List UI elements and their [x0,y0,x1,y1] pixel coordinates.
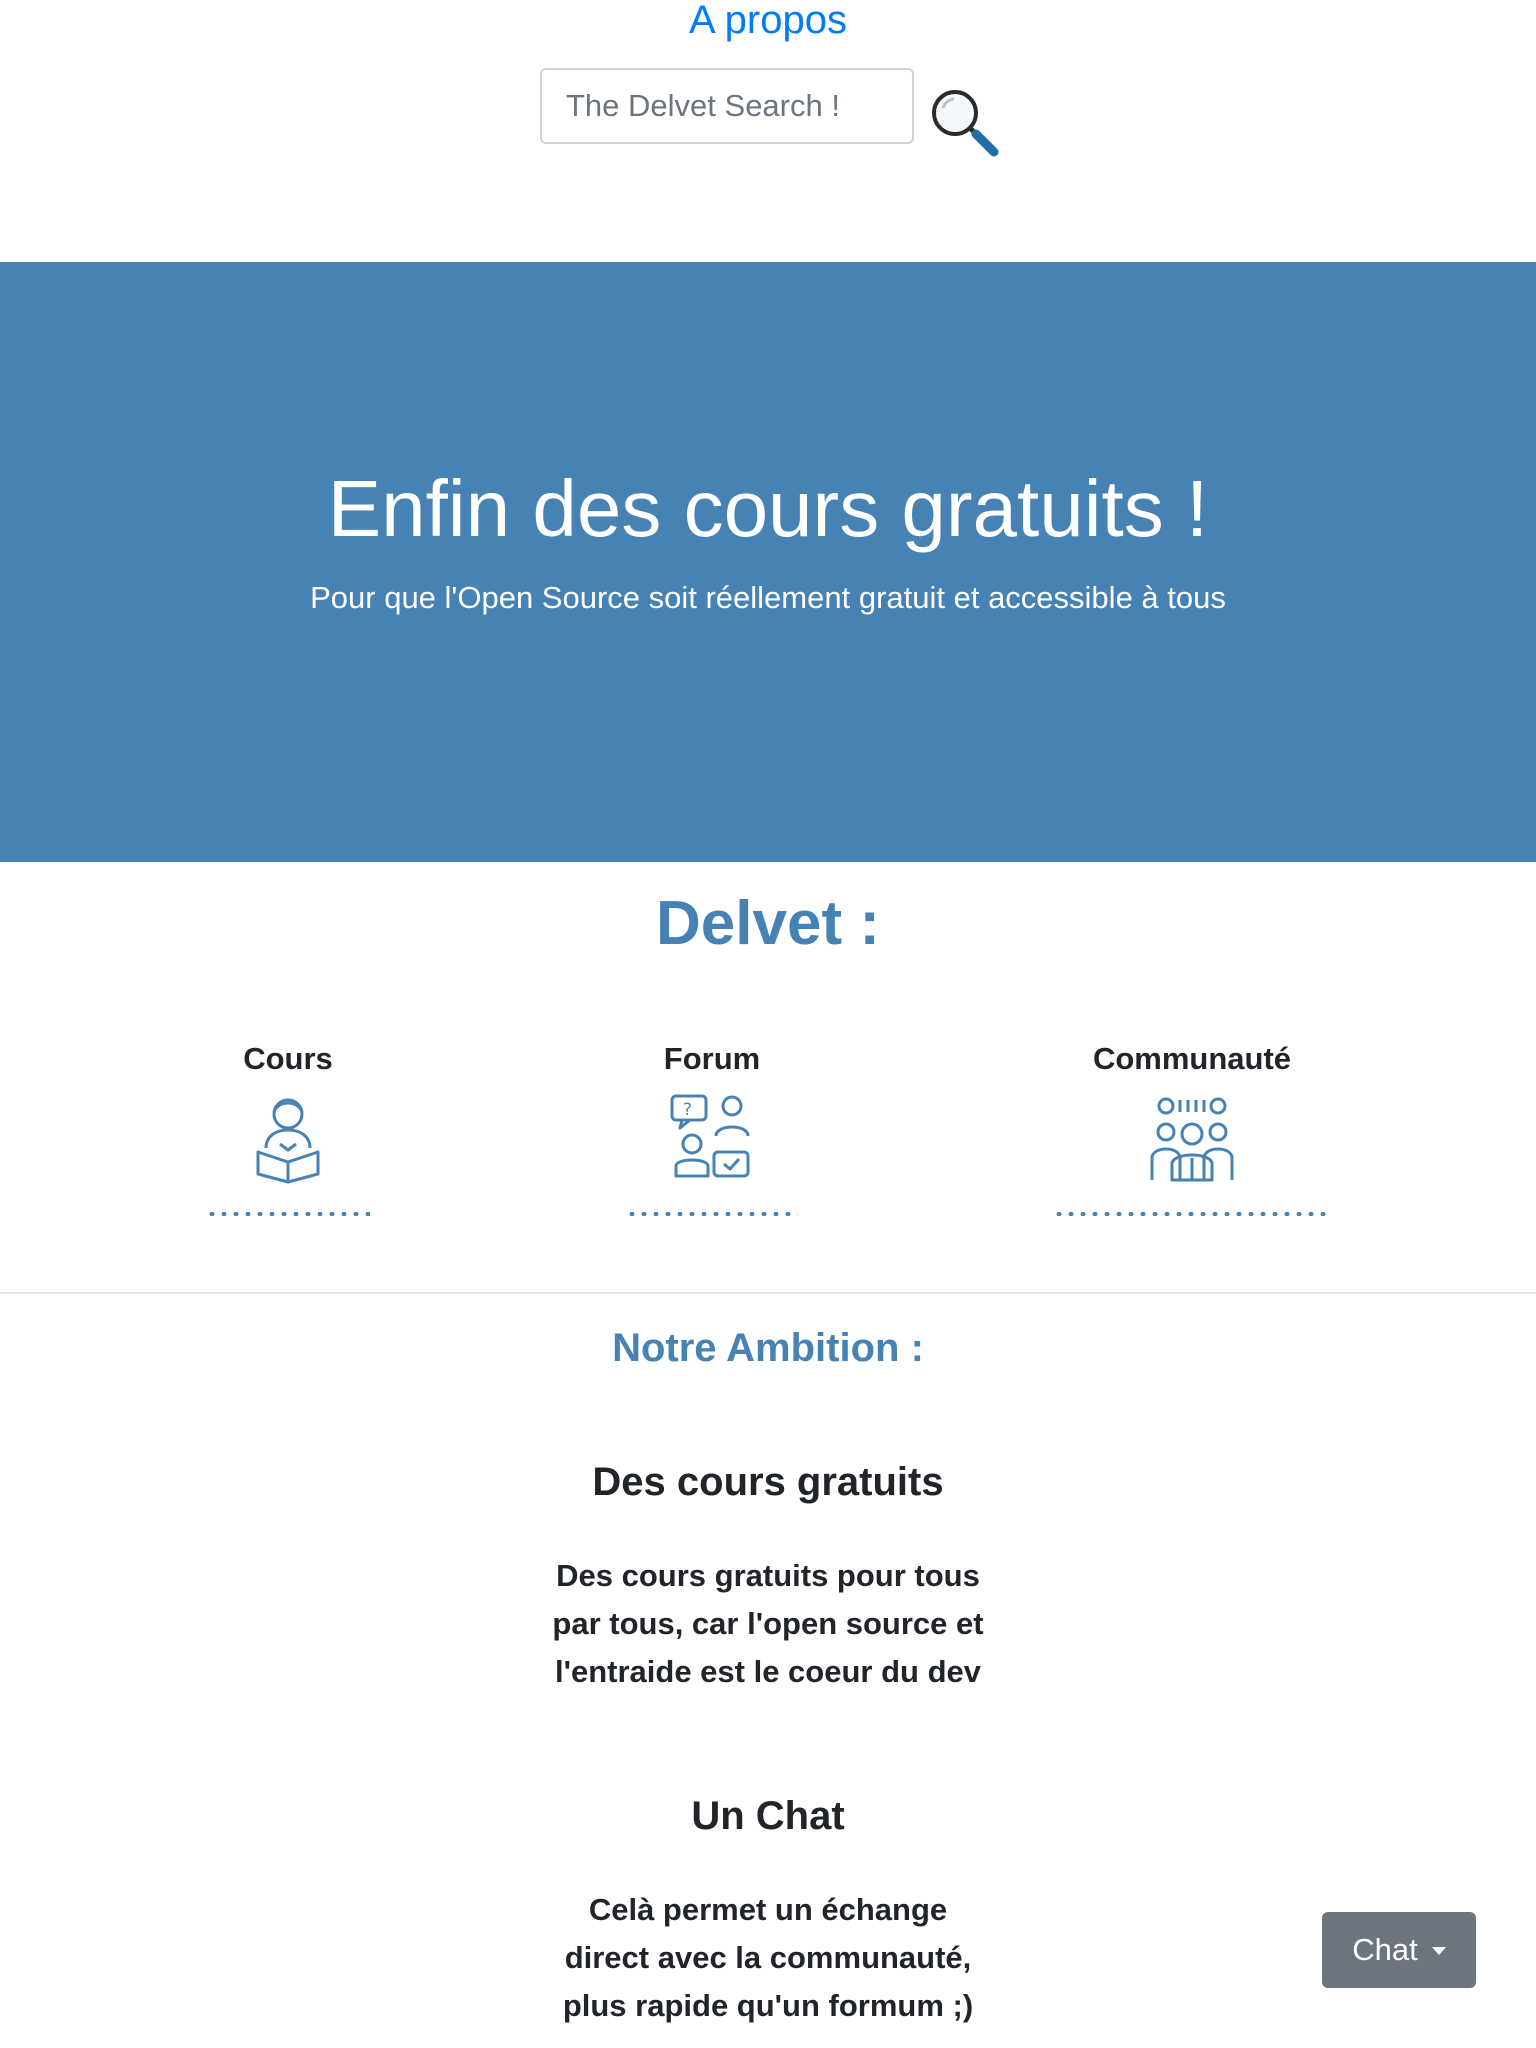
feature-communaute[interactable]: Communauté [1050,1036,1334,1216]
hero-subtitle: Pour que l'Open Source soit réellement g… [310,580,1226,615]
brand-title: Delvet : [656,889,880,958]
ambition-block-text: Celà permet un échange direct avec la co… [562,1892,974,2023]
svg-text:?: ? [683,1100,692,1120]
question-discussion-icon: ? [670,1094,750,1178]
top-bar: A propos [0,0,1536,262]
caret-down-icon [1431,1947,1446,1955]
feature-cours[interactable]: Cours [200,1036,376,1216]
ambition-block-text: Des cours gratuits pour tous par tous, c… [552,1558,984,1689]
feature-forum[interactable]: Forum ? [620,1036,804,1216]
ambition-block-title: Des cours gratuits [592,1460,944,1504]
feature-dots [626,1212,798,1216]
chat-button-label: Chat [1352,1932,1418,1967]
feature-label: Communauté [1092,1041,1292,1076]
hero-title: Enfin des cours gratuits ! [327,464,1209,553]
hero-banner [0,262,1536,862]
search-input[interactable] [540,68,914,144]
magnifier-icon[interactable] [926,84,1002,160]
section-divider [0,1292,1536,1294]
feature-dots [1053,1212,1331,1216]
reader-book-icon [256,1098,320,1184]
feature-label: Forum [663,1041,761,1076]
ambition-block-title: Un Chat [691,1794,845,1838]
chat-dropdown-button[interactable]: Chat [1322,1912,1476,1988]
about-link[interactable]: A propos [0,0,1536,44]
feature-label: Cours [243,1041,333,1076]
community-group-icon [1150,1097,1234,1182]
feature-dots [206,1212,370,1216]
ambition-title: Notre Ambition : [612,1326,924,1370]
